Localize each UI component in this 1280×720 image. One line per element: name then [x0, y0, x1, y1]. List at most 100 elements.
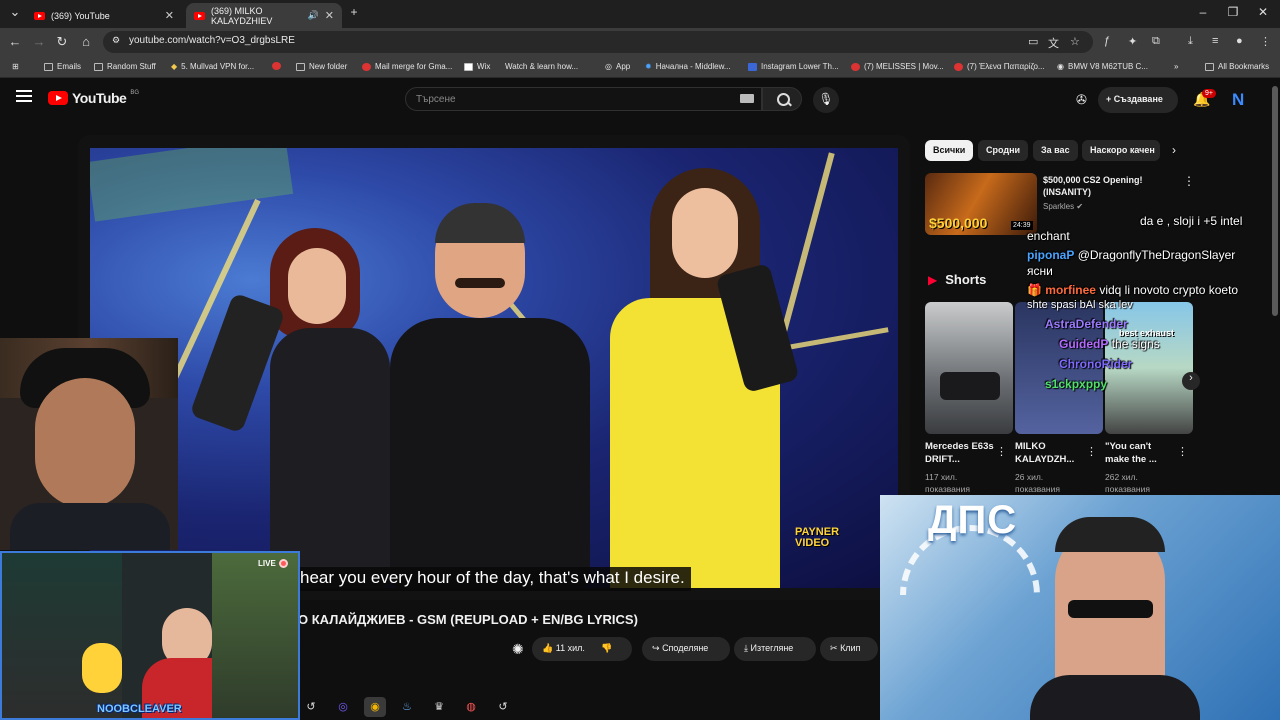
bmw-icon: ◉ — [1057, 62, 1064, 71]
download-button[interactable]: ⤓ Изтегляне — [734, 637, 816, 661]
audio-icon[interactable]: 🔊 — [308, 10, 319, 21]
bookmark-youtube[interactable] — [272, 62, 281, 70]
bookmark-bmw[interactable]: ◉ BMW V8 M62TUB C... — [1057, 62, 1148, 71]
chat-line: AstraDefender — [1027, 317, 1128, 332]
taskbar-steam-icon[interactable]: ♨ — [396, 697, 418, 717]
chat-username: morfinee — [1045, 283, 1096, 297]
avatar[interactable]: N — [1232, 90, 1244, 110]
bookmarks-overflow-icon[interactable]: » — [1174, 62, 1178, 71]
profile-avatar[interactable]: ● — [1236, 35, 1243, 47]
extension-fx-icon[interactable]: ƒ — [1104, 35, 1110, 47]
forward-icon[interactable]: → — [30, 34, 48, 49]
site-info-icon[interactable]: ⚙ — [112, 35, 120, 46]
short-title[interactable]: Mercedes E63s DRIFT... — [925, 440, 995, 466]
bookmark-mail-merge[interactable]: Mail merge for Gma... — [362, 62, 452, 71]
recommendation-title[interactable]: $500,000 CS2 Opening! (INSANITY) — [1043, 174, 1178, 198]
restore-icon[interactable]: ❐ — [1223, 5, 1243, 19]
address-bar[interactable]: ⚙ youtube.com/watch?v=O3_drgbsLRE — [103, 31, 1093, 53]
video-player[interactable] — [90, 148, 898, 588]
keyboard-icon[interactable] — [740, 94, 754, 103]
bookmark-new-folder[interactable]: New folder — [296, 62, 347, 71]
url-text: youtube.com/watch?v=O3_drgbsLRE — [129, 35, 295, 46]
short-title[interactable]: MILKO KALAYDZH... — [1015, 440, 1085, 466]
more-options-icon[interactable]: ⋮ — [996, 445, 1007, 458]
live-badge: LIVE — [258, 559, 288, 568]
video-subtitle: hear you every hour of the day, that's w… — [296, 567, 691, 591]
all-bookmarks[interactable]: All Bookmarks — [1205, 62, 1269, 71]
filter-chip-all[interactable]: Всички — [925, 140, 974, 161]
new-tab-icon[interactable]: + — [344, 5, 364, 19]
close-tab-icon[interactable]: ✕ — [165, 9, 174, 22]
clip-button[interactable]: ✂ Клип — [820, 637, 878, 661]
minimize-icon[interactable]: – — [1193, 5, 1213, 19]
tab-search-icon[interactable]: ⌄ — [6, 4, 24, 20]
share-button[interactable]: ↪ Споделяне — [642, 637, 730, 661]
shorts-next-icon[interactable]: › — [1182, 372, 1200, 390]
more-options-icon[interactable]: ⋮ — [1177, 445, 1188, 458]
bookmark-wix[interactable]: Wix — [464, 62, 490, 71]
media-control-icon[interactable]: ≡ — [1212, 35, 1218, 47]
bookmark-elena[interactable]: (7) Έλενα Παπαρίζο... — [954, 62, 1045, 71]
voice-search-icon[interactable]: 🎙 — [813, 87, 839, 113]
short-title[interactable]: "You can't make the ... — [1105, 440, 1175, 466]
meme-text: ДПС — [928, 498, 1018, 542]
translate-icon[interactable]: 文 — [1048, 35, 1059, 51]
bookmark-watch-learn[interactable]: Watch & learn how... — [505, 62, 578, 71]
filter-chip-recent[interactable]: Наскоро качен — [1082, 140, 1160, 161]
youtube-logo[interactable]: YouTube BG — [48, 90, 139, 106]
globe-icon: ◎ — [605, 62, 612, 71]
short-thumbnail-mercedes[interactable] — [925, 302, 1013, 434]
taskbar-app-icon[interactable]: ↺ — [300, 697, 322, 717]
back-icon[interactable]: ← — [6, 34, 24, 49]
download-icon[interactable]: ⤓ — [1188, 35, 1193, 48]
bookmark-random-stuff[interactable]: Random Stuff — [94, 62, 156, 71]
extensions-puzzle-icon[interactable]: ⧉ — [1152, 35, 1160, 48]
taskbar-discord-icon[interactable]: ◎ — [332, 697, 354, 717]
recommendation-thumbnail[interactable]: $500,000 24:39 — [925, 173, 1037, 235]
bookmark-label: Wix — [477, 62, 491, 71]
pikachu-plush — [82, 643, 122, 693]
thumbs-down-icon[interactable]: 👎 — [601, 643, 612, 653]
cast-icon[interactable]: ✇ — [1076, 92, 1087, 108]
close-tab-icon[interactable]: ✕ — [325, 9, 334, 22]
taskbar-app-icon[interactable]: ↺ — [492, 697, 514, 717]
taskbar-chrome-icon[interactable]: ◉ — [364, 697, 386, 717]
extension-icon[interactable]: ✦ — [1128, 35, 1137, 48]
tab-title: (369) MILKO KALAYDZHIEV — [211, 5, 273, 26]
sparkle-icon[interactable]: ✺ — [512, 641, 524, 658]
short-views: 26 хил. показвания — [1015, 471, 1095, 495]
tab-video[interactable]: (369) MILKO KALAYDZHIEV 🔊 ✕ — [186, 3, 342, 28]
filter-chip-related[interactable]: Сродни — [978, 140, 1029, 161]
download-icon: ⤓ — [744, 643, 748, 653]
hamburger-menu-icon[interactable] — [16, 90, 32, 102]
reload-icon[interactable]: ↻ — [53, 34, 71, 50]
page-scrollbar[interactable] — [1272, 86, 1278, 316]
taskbar-obs-icon[interactable]: ♛ — [428, 697, 450, 717]
search-input[interactable]: Търсене — [405, 87, 762, 111]
chat-username: piponaP — [1027, 248, 1075, 262]
bookmark-star-icon[interactable]: ☆ — [1070, 35, 1080, 48]
taskbar-record-icon[interactable]: ◍ — [460, 697, 482, 717]
bookmark-instagram[interactable]: Instagram Lower Th... — [748, 62, 839, 71]
apps-icon[interactable]: ⊞ — [12, 62, 19, 71]
bookmark-app[interactable]: ◎ App — [605, 62, 630, 71]
taskbar: ↺ ◎ ◉ ♨ ♛ ◍ ↺ — [300, 697, 514, 717]
browser-tabstrip: ⌄ (369) YouTube ✕ (369) MILKO KALAYDZHIE… — [0, 0, 1280, 28]
create-button[interactable]: + Създаване — [1098, 87, 1178, 113]
more-options-icon[interactable]: ⋮ — [1183, 174, 1195, 188]
bookmark-middleware[interactable]: ✹ Начална - Middlew... — [645, 62, 731, 71]
chevron-right-icon[interactable]: › — [1172, 143, 1176, 157]
recommendation-channel[interactable]: Sparkles ✔ — [1043, 202, 1083, 211]
menu-icon[interactable]: ⋮ — [1260, 35, 1271, 48]
search-button[interactable] — [762, 87, 802, 111]
bookmark-mullvad[interactable]: ◆ 5. Mullvad VPN for... — [171, 62, 254, 71]
close-window-icon[interactable]: ✕ — [1253, 5, 1273, 19]
bookmark-melisses[interactable]: (7) MELISSES | Mov... — [851, 62, 944, 71]
tab-youtube[interactable]: (369) YouTube ✕ — [26, 3, 182, 28]
like-button[interactable]: 👍 11 хил. 👎 — [532, 637, 632, 661]
more-options-icon[interactable]: ⋮ — [1086, 445, 1097, 458]
filter-chip-for-you[interactable]: За вас — [1033, 140, 1078, 161]
bookmark-emails[interactable]: Emails — [44, 62, 81, 71]
home-icon[interactable]: ⌂ — [77, 34, 95, 49]
screen-share-icon[interactable]: ▭ — [1028, 35, 1038, 48]
